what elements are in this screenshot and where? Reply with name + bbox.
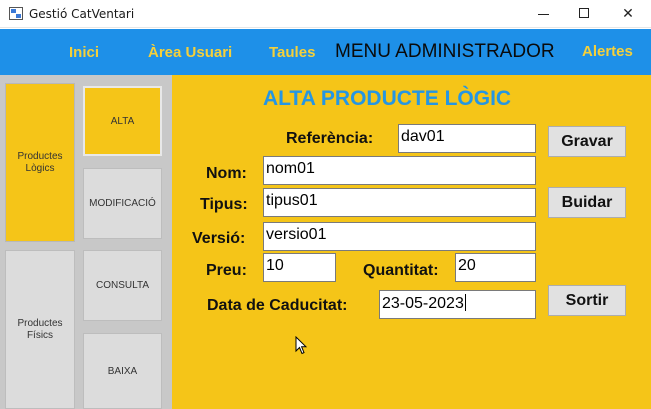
window-title: Gestió CatVentari bbox=[29, 7, 135, 21]
versio-label: Versió: bbox=[192, 230, 246, 247]
form-title: ALTA PRODUCTE LÒGIC bbox=[263, 87, 512, 110]
menu-area-usuari[interactable]: Àrea Usuari bbox=[148, 44, 238, 61]
menu-bar: Inici Àrea Usuari Taules MENU ADMINISTRA… bbox=[0, 29, 651, 75]
category-productes-fisics[interactable]: Productes Físics bbox=[5, 250, 75, 409]
action-modificacio-button[interactable]: MODIFICACIÓ bbox=[83, 168, 162, 239]
sortir-button[interactable]: Sortir bbox=[548, 285, 626, 316]
referencia-label: Referència: bbox=[286, 130, 374, 147]
versio-input[interactable]: versio01 bbox=[263, 222, 536, 251]
preu-input[interactable]: 10 bbox=[263, 253, 336, 282]
preu-label: Preu: bbox=[206, 262, 247, 279]
tipus-input[interactable]: tipus01 bbox=[263, 188, 536, 217]
gravar-button[interactable]: Gravar bbox=[548, 126, 626, 157]
minimize-button[interactable] bbox=[520, 0, 566, 28]
action-alta-button[interactable]: ALTA bbox=[83, 86, 162, 156]
referencia-input[interactable]: dav01 bbox=[398, 124, 536, 153]
action-consulta-button[interactable]: CONSULTA bbox=[83, 250, 162, 321]
quantitat-label: Quantitat: bbox=[363, 262, 439, 279]
tipus-label: Tipus: bbox=[200, 196, 248, 213]
nom-input[interactable]: nom01 bbox=[263, 156, 536, 185]
close-icon: ✕ bbox=[622, 5, 634, 21]
menu-administrador[interactable]: MENU ADMINISTRADOR bbox=[335, 41, 555, 63]
buidar-button[interactable]: Buidar bbox=[548, 187, 626, 218]
quantitat-input[interactable]: 20 bbox=[455, 253, 536, 282]
nom-label: Nom: bbox=[206, 165, 247, 182]
menu-inici[interactable]: Inici bbox=[69, 44, 99, 61]
app-icon bbox=[9, 7, 23, 20]
menu-taules[interactable]: Taules bbox=[269, 44, 315, 61]
minimize-icon bbox=[537, 13, 549, 15]
window-titlebar: Gestió CatVentari ✕ bbox=[0, 0, 651, 28]
data-caducitat-input[interactable]: 23-05-2023 bbox=[379, 290, 536, 319]
close-button[interactable]: ✕ bbox=[605, 0, 651, 28]
maximize-icon bbox=[579, 8, 589, 19]
data-caducitat-label: Data de Caducitat: bbox=[207, 297, 348, 314]
mouse-cursor-icon bbox=[295, 336, 307, 355]
category-productes-logics[interactable]: Productes Lògics bbox=[5, 83, 75, 242]
action-baixa-button[interactable]: BAIXA bbox=[83, 333, 162, 409]
menu-alertes[interactable]: Alertes bbox=[582, 43, 633, 60]
maximize-button[interactable] bbox=[561, 0, 607, 28]
